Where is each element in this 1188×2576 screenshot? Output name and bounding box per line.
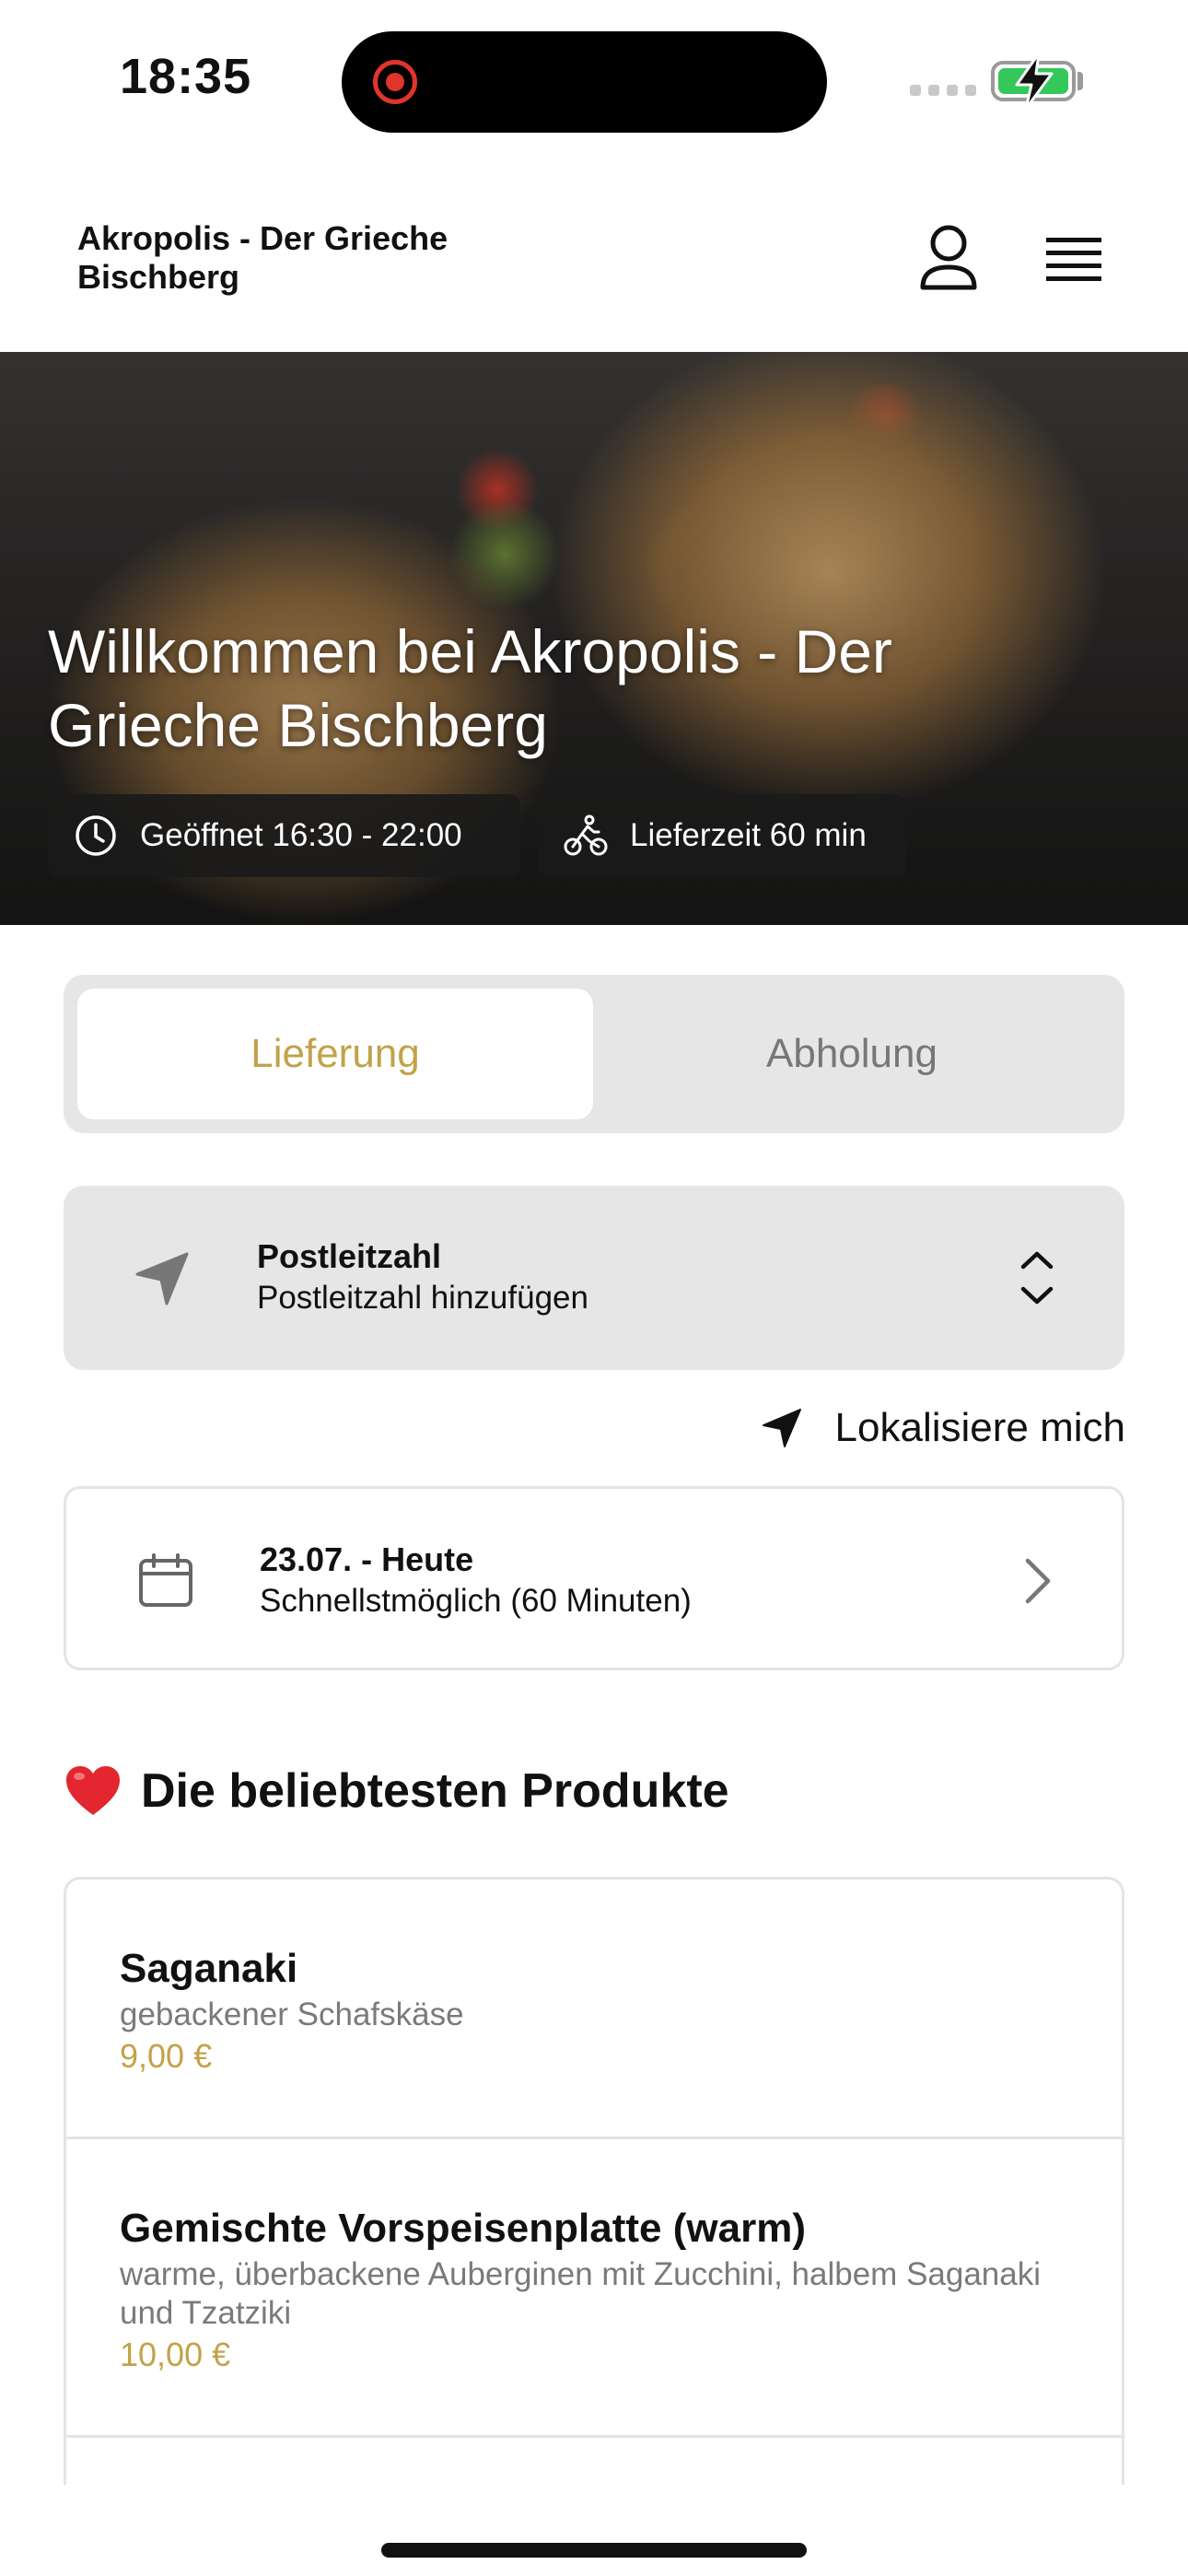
postal-code-selector[interactable]: Postleitzahl Postleitzahl hinzufügen	[64, 1186, 1124, 1370]
product-name: Gemischte Vorspeisenplatte (warm)	[120, 2206, 806, 2251]
location-arrow-icon	[762, 1409, 801, 1447]
product-list: Saganaki gebackener Schafskäse 9,00 € Ge…	[64, 1877, 1124, 2485]
delivery-time-selector[interactable]: 23.07. - Heute Schnellstmöglich (60 Minu…	[64, 1486, 1124, 1670]
calendar-icon	[139, 1553, 192, 1607]
charging-bolt-icon	[1015, 52, 1054, 111]
dynamic-island	[342, 31, 827, 133]
chevron-right-icon	[1025, 1558, 1051, 1604]
opening-hours-badge: Geöffnet 16:30 - 22:00	[48, 794, 520, 877]
home-indicator[interactable]	[381, 2543, 807, 2558]
battery-cap	[1077, 72, 1083, 90]
hamburger-menu-icon	[1046, 238, 1101, 281]
app-screen: 18:35 Akropolis - Der Grieche Bischberg	[0, 0, 1188, 2576]
location-arrow-icon	[135, 1252, 189, 1306]
opening-hours-text: Geöffnet 16:30 - 22:00	[140, 817, 462, 853]
delivery-time-text: Lieferzeit 60 min	[630, 817, 867, 853]
popular-products-heading: Die beliebtesten Produkte	[64, 1763, 729, 1819]
user-icon	[920, 225, 977, 290]
delivery-slot: Schnellstmöglich (60 Minuten)	[260, 1583, 692, 1619]
postal-code-label: Postleitzahl	[257, 1237, 442, 1275]
cellular-signal-icon	[910, 85, 976, 96]
heart-icon	[66, 1766, 120, 1815]
product-card[interactable]: Gemischte Vorspeisenplatte (warm) warme,…	[66, 2139, 1122, 2438]
status-bar: 18:35	[0, 0, 1188, 157]
recording-icon	[373, 60, 417, 104]
postal-code-placeholder: Postleitzahl hinzufügen	[257, 1280, 588, 1316]
delivery-option[interactable]: Lieferung	[77, 989, 593, 1119]
product-price: 10,00 €	[120, 2336, 231, 2373]
pickup-option[interactable]: Abholung	[594, 989, 1110, 1119]
bicycle-rider-icon	[564, 814, 608, 856]
status-time: 18:35	[120, 49, 252, 104]
chevron-up-down-icon	[1020, 1251, 1054, 1305]
product-price: 9,00 €	[120, 2037, 213, 2075]
delivery-date: 23.07. - Heute	[260, 1540, 474, 1578]
menu-button[interactable]	[1035, 223, 1112, 293]
delivery-time-badge: Lieferzeit 60 min	[538, 794, 906, 877]
product-description: warme, überbackene Auberginen mit Zucchi…	[120, 2256, 1042, 2331]
clock-icon	[76, 815, 116, 856]
popular-products-title: Die beliebtesten Produkte	[141, 1764, 729, 1818]
order-mode-toggle: Lieferung Abholung	[64, 975, 1124, 1133]
product-description: gebackener Schafskäse	[120, 1996, 464, 2032]
account-button[interactable]	[912, 221, 985, 295]
product-name: Saganaki	[120, 1946, 298, 1991]
hero-banner: Willkommen bei Akropolis - Der Grieche B…	[0, 352, 1188, 925]
restaurant-name[interactable]: Akropolis - Der Grieche Bischberg	[77, 219, 464, 297]
locate-me-label: Lokalisiere mich	[834, 1405, 1125, 1450]
product-card[interactable]: Saganaki gebackener Schafskäse 9,00 €	[66, 1879, 1122, 2139]
hero-title: Willkommen bei Akropolis - Der Grieche B…	[48, 617, 892, 759]
app-header: Akropolis - Der Grieche Bischberg	[0, 157, 1188, 352]
locate-me-button[interactable]: Lokalisiere mich	[748, 1402, 1125, 1454]
